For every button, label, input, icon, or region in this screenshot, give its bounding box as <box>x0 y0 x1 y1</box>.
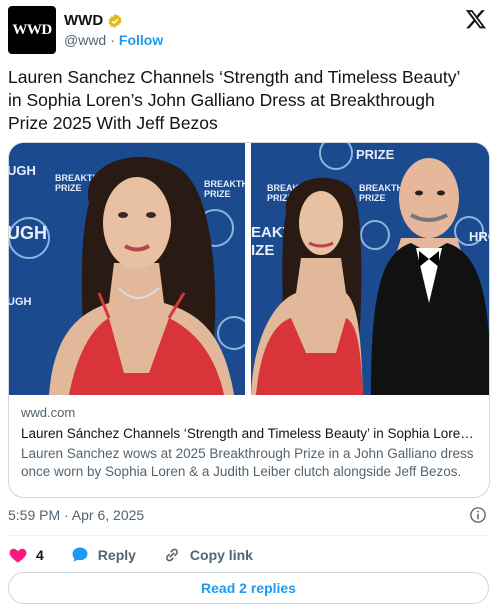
timestamp[interactable]: 5:59 PM · Apr 6, 2025 <box>8 507 144 523</box>
copy-link-button[interactable]: Copy link <box>162 545 253 565</box>
photo-lauren-and-bezos: PRIZE BREAK PRIZE BREAKTH PRIZE EAKT IZE… <box>251 143 490 395</box>
heart-icon <box>9 548 27 563</box>
like-button[interactable]: 4 <box>8 545 44 565</box>
backdrop-text: BREAKTH <box>359 183 403 193</box>
photo-illustration-left: UGH BREAKTH PRIZE UGH BREAKTH PRIZE UGH <box>9 143 245 395</box>
card-meta[interactable]: wwd.com Lauren Sánchez Channels ‘Strengt… <box>21 405 477 481</box>
display-name[interactable]: WWD <box>64 12 103 29</box>
backdrop-text: UGH <box>9 163 36 178</box>
link-card[interactable]: UGH BREAKTH PRIZE UGH BREAKTH PRIZE UGH <box>8 142 490 498</box>
copy-link-label: Copy link <box>189 547 253 563</box>
photo-illustration-right: PRIZE BREAK PRIZE BREAKTH PRIZE EAKT IZE… <box>251 143 490 395</box>
card-image[interactable]: UGH BREAKTH PRIZE UGH BREAKTH PRIZE UGH <box>9 143 490 395</box>
separator: · <box>110 32 115 48</box>
backdrop-text: UGH <box>9 223 47 243</box>
name-row: WWD <box>64 12 123 29</box>
card-title[interactable]: Lauren Sánchez Channels ‘Strength and Ti… <box>21 426 477 441</box>
backdrop-text: UGH <box>9 296 32 308</box>
handle[interactable]: @wwd <box>64 32 106 48</box>
photo-lauren-sanchez: UGH BREAKTH PRIZE UGH BREAKTH PRIZE UGH <box>9 143 245 395</box>
action-bar: 4 Reply Copy link <box>8 544 279 566</box>
backdrop-text: HRO <box>469 229 490 244</box>
backdrop-text: IZE <box>251 242 274 259</box>
tweet-text: Lauren Sanchez Channels ‘Strength and Ti… <box>8 67 460 133</box>
reply-label: Reply <box>97 547 136 563</box>
read-replies-button[interactable]: Read 2 replies <box>8 572 489 604</box>
backdrop-text: PRIZE <box>55 183 82 193</box>
backdrop-text: PRIZE <box>204 189 231 199</box>
follow-button[interactable]: Follow <box>119 32 163 48</box>
x-logo-icon[interactable] <box>465 8 487 30</box>
tweet-header: WWD WWD @wwd · Follow <box>8 6 489 54</box>
link-icon <box>165 548 178 562</box>
backdrop-text: BREAKTH <box>204 179 245 189</box>
info-icon[interactable] <box>469 506 487 524</box>
backdrop-text: PRIZE <box>359 193 386 203</box>
card-description: Lauren Sanchez wows at 2025 Breakthrough… <box>21 446 474 479</box>
like-count: 4 <box>36 547 44 563</box>
backdrop-text: PRIZE <box>356 147 395 162</box>
reply-bubble-icon <box>72 547 88 562</box>
avatar[interactable]: WWD <box>8 6 56 54</box>
card-domain: wwd.com <box>21 405 76 420</box>
verified-badge-icon <box>108 13 122 28</box>
handle-row: @wwd · Follow <box>64 32 163 48</box>
divider <box>8 535 489 536</box>
reply-button[interactable]: Reply <box>70 545 136 565</box>
